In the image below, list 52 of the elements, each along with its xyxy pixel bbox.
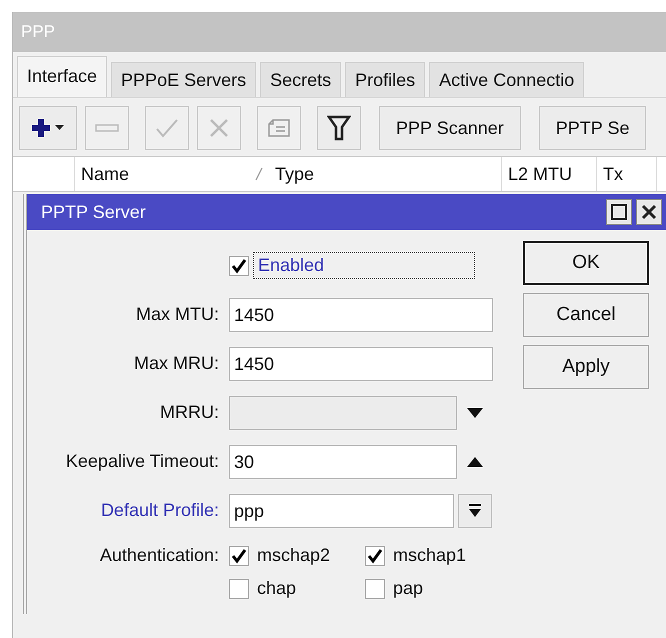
dropdown-arrow-icon xyxy=(468,504,482,518)
dialog-button[interactable]: Apply xyxy=(523,345,649,389)
field-label: MRRU: xyxy=(159,402,220,423)
field-label: Keepalive Timeout: xyxy=(64,451,220,472)
field-label: Max MTU: xyxy=(135,304,220,325)
close-icon[interactable] xyxy=(636,199,662,225)
enabled-label[interactable]: Enabled xyxy=(253,252,476,279)
field-label: Max MRU: xyxy=(133,353,220,374)
dialog-title: PPTP Server xyxy=(41,202,146,222)
toolbar-button[interactable]: PPP Scanner xyxy=(379,106,521,150)
checkbox[interactable] xyxy=(229,256,249,276)
tab[interactable]: Active Connectio xyxy=(429,62,584,97)
checkbox-label[interactable]: mschap2 xyxy=(257,545,330,566)
tab[interactable]: Secrets xyxy=(260,62,342,97)
checkbox[interactable] xyxy=(229,578,249,598)
collapse-arrow-icon[interactable] xyxy=(467,456,483,466)
sort-icon xyxy=(255,167,263,181)
checkbox[interactable] xyxy=(365,578,385,598)
tab[interactable]: Profiles xyxy=(345,62,426,97)
plus-caret-icon xyxy=(30,117,66,139)
column-header[interactable]: L2 MTU xyxy=(502,157,597,191)
toolbar-button[interactable]: PPTP Se xyxy=(538,106,646,150)
window-title: PPP xyxy=(13,12,666,52)
dropdown-field[interactable]: ppp xyxy=(229,494,454,528)
filter-icon xyxy=(327,115,351,141)
column-header[interactable]: Tx xyxy=(597,157,657,191)
checkbox[interactable] xyxy=(365,546,385,566)
column-header[interactable]: Type xyxy=(269,157,502,191)
dialog-button[interactable]: OK xyxy=(523,241,649,285)
field-label: Authentication: xyxy=(98,545,220,566)
checkbox-label[interactable]: chap xyxy=(257,578,296,599)
column-header[interactable]: Name xyxy=(75,157,255,191)
input-field[interactable]: 1450 xyxy=(229,298,493,332)
add-button[interactable] xyxy=(19,106,77,150)
check-icon xyxy=(155,117,179,139)
checkbox-label[interactable]: mschap1 xyxy=(393,545,466,566)
checkbox[interactable] xyxy=(229,546,249,566)
minus-icon xyxy=(95,122,119,134)
checkbox-label[interactable]: pap xyxy=(393,578,424,599)
tab[interactable]: PPPoE Servers xyxy=(111,62,256,97)
filter-button[interactable] xyxy=(317,106,361,150)
expand-arrow-icon[interactable] xyxy=(467,408,483,418)
maximize-icon[interactable] xyxy=(606,199,632,225)
note-icon xyxy=(267,118,291,138)
dropdown-button[interactable] xyxy=(458,494,492,528)
tab[interactable]: Interface xyxy=(17,56,108,97)
field-label[interactable]: Default Profile: xyxy=(27,500,229,521)
input-field[interactable]: 30 xyxy=(229,444,457,478)
dialog-button[interactable]: Cancel xyxy=(523,293,649,337)
cross-icon xyxy=(208,117,230,139)
input-field[interactable]: 1450 xyxy=(229,346,493,380)
input-field[interactable] xyxy=(229,396,457,430)
